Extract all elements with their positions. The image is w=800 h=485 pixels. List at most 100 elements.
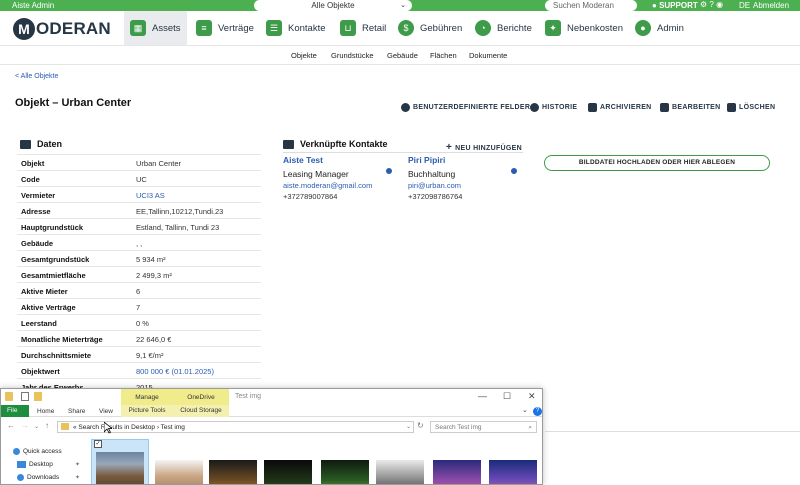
support-link[interactable]: ● SUPPORT	[652, 1, 698, 10]
help-icon[interactable]: ?	[709, 0, 713, 9]
settings-icon[interactable]: ⚙	[700, 0, 707, 9]
image-thumbnail[interactable]	[96, 452, 144, 484]
tab-home[interactable]: Home	[37, 408, 54, 415]
contacts-heading: Verknüpfte Kontakte	[283, 139, 388, 149]
gear-icon[interactable]	[386, 168, 392, 174]
image-thumbnail[interactable]	[376, 460, 424, 484]
row-value: 7	[136, 303, 141, 312]
new-folder-icon[interactable]	[34, 392, 42, 401]
tab-share[interactable]: Share	[68, 408, 85, 415]
nav-retail[interactable]: ⊔ Retail	[340, 11, 386, 45]
subnav-flaechen[interactable]: Flächen	[430, 51, 457, 60]
nav-berichte[interactable]: ◔ Berichte	[475, 11, 532, 45]
checkbox-icon[interactable]: ✓	[94, 440, 102, 448]
table-row: Monatliche Mieterträge 22 646,0 €	[17, 330, 261, 346]
chevron-down-icon[interactable]: ⌄	[34, 423, 39, 430]
subnav-grundstuecke[interactable]: Grundstücke	[331, 51, 374, 60]
close-icon[interactable]: ✕	[528, 391, 536, 402]
logout-link[interactable]: Abmelden	[753, 1, 789, 10]
row-key: Objekt	[21, 159, 45, 168]
nav-kontakte[interactable]: ☰ Kontakte	[266, 11, 326, 45]
forward-arrow-icon[interactable]: →	[21, 421, 29, 430]
subnav-dokumente[interactable]: Dokumente	[469, 51, 507, 60]
image-thumbnail[interactable]	[433, 460, 481, 484]
minimize-icon[interactable]: —	[478, 391, 487, 401]
table-row: Vermieter UCI3 AS	[17, 186, 261, 202]
gear-icon[interactable]	[511, 168, 517, 174]
action-label: HISTORIE	[542, 104, 578, 111]
custom-fields-button[interactable]: BENUTZERDEFINIERTE FELDER	[401, 103, 530, 112]
tab-cloud-storage[interactable]: Cloud Storage	[173, 405, 229, 417]
subnav-objekte[interactable]: Objekte	[291, 51, 317, 60]
action-label: BEARBEITEN	[672, 104, 721, 111]
main-nav: M ODERAN ▦ Assets ≡ Verträge ☰ Kontakte …	[0, 11, 800, 45]
address-path: « Search Results in Desktop › Test img	[73, 424, 185, 431]
contact-card-icon	[283, 139, 294, 149]
help-icon[interactable]: ?	[533, 407, 542, 416]
moderan-logo[interactable]: M ODERAN	[13, 17, 111, 41]
sidebar-item-downloads[interactable]: Downloads	[17, 474, 59, 481]
divider	[545, 431, 800, 432]
image-thumbnail[interactable]	[321, 460, 369, 484]
object-selector[interactable]: Alle Objekte ⌄	[254, 0, 412, 11]
image-upload-dropzone[interactable]: BILDDATEI HOCHLADEN ODER HIER ABLEGEN	[544, 155, 770, 171]
nav-gebuehren[interactable]: $ Gebühren	[398, 11, 462, 45]
language-icon[interactable]: ◉	[716, 0, 723, 9]
language-toggle[interactable]: DE	[739, 1, 750, 10]
tab-onedrive[interactable]: OneDrive	[173, 389, 229, 405]
action-label: BENUTZERDEFINIERTE FELDER	[413, 104, 531, 111]
row-value: , ,	[136, 239, 143, 248]
objektwert-link[interactable]: 800 000 € (01.01.2025)	[136, 367, 214, 376]
nav-admin[interactable]: ● Admin	[635, 11, 684, 45]
pin-icon[interactable]: ✦	[75, 461, 80, 468]
row-value: Urban Center	[136, 159, 182, 168]
history-button[interactable]: HISTORIE	[530, 103, 577, 112]
search-icon: ⌕	[528, 424, 532, 431]
contact-email[interactable]: aiste.moderan@gmail.com	[283, 181, 372, 190]
delete-button[interactable]: LÖSCHEN	[727, 103, 775, 112]
image-thumbnail[interactable]	[209, 460, 257, 484]
properties-icon[interactable]	[21, 392, 29, 401]
nav-label: Gebühren	[420, 22, 463, 34]
edit-button[interactable]: BEARBEITEN	[660, 103, 721, 112]
chevron-down-icon[interactable]: ⌄	[522, 406, 528, 414]
contact-name[interactable]: Aiste Test	[283, 155, 372, 165]
pin-icon[interactable]: ✦	[75, 474, 80, 481]
mouse-cursor-icon	[104, 422, 112, 434]
current-user[interactable]: Aiste Admin	[12, 1, 54, 10]
back-arrow-icon[interactable]: ←	[7, 421, 15, 430]
contact-email[interactable]: piri@urban.com	[408, 181, 462, 190]
refresh-icon[interactable]: ↻	[417, 421, 424, 430]
archive-button[interactable]: ARCHIVIEREN	[588, 103, 652, 112]
contact-card: Piri Pipiri Buchhaltung piri@urban.com +…	[408, 155, 462, 201]
image-thumbnail[interactable]	[155, 460, 203, 484]
add-contact-label: NEU HINZUFÜGEN	[455, 145, 522, 152]
nav-assets[interactable]: ▦ Assets	[124, 11, 187, 45]
up-arrow-icon[interactable]: ↑	[45, 421, 49, 430]
sidebar-item-quick-access[interactable]: Quick access	[13, 448, 62, 455]
maximize-icon[interactable]: ☐	[503, 391, 511, 402]
image-thumbnail[interactable]	[489, 460, 537, 484]
action-label: ARCHIVIEREN	[600, 104, 652, 111]
global-search-input[interactable]: Suchen Moderan	[545, 0, 637, 11]
image-thumbnail[interactable]	[264, 460, 312, 484]
row-key: Monatliche Mieterträge	[21, 335, 103, 344]
folder-icon[interactable]	[5, 392, 13, 401]
explorer-search-input[interactable]: Search Test img ⌕	[430, 421, 537, 433]
subnav-gebaeude[interactable]: Gebäude	[387, 51, 418, 60]
sidebar-item-desktop[interactable]: Desktop	[17, 461, 53, 468]
vermieter-link[interactable]: UCI3 AS	[136, 191, 165, 200]
table-row: Gesamtgrundstück 5 934 m²	[17, 250, 261, 266]
tab-picture-tools[interactable]: Picture Tools	[121, 405, 173, 417]
tab-manage[interactable]: Manage	[121, 389, 173, 405]
page-title: Objekt – Urban Center	[15, 97, 132, 109]
file-explorer-window[interactable]: Manage OneDrive Test img — ☐ ✕ File Home…	[0, 388, 543, 485]
back-link[interactable]: < Alle Objekte	[15, 73, 58, 80]
contact-name[interactable]: Piri Pipiri	[408, 155, 462, 165]
chevron-down-icon[interactable]: ⌄	[406, 423, 411, 430]
nav-vertraege[interactable]: ≡ Verträge	[196, 11, 254, 45]
tab-file[interactable]: File	[1, 405, 29, 417]
explorer-titlebar[interactable]	[1, 389, 542, 405]
nav-nebenkosten[interactable]: ✦ Nebenkosten	[545, 11, 623, 45]
tab-view[interactable]: View	[99, 408, 113, 415]
